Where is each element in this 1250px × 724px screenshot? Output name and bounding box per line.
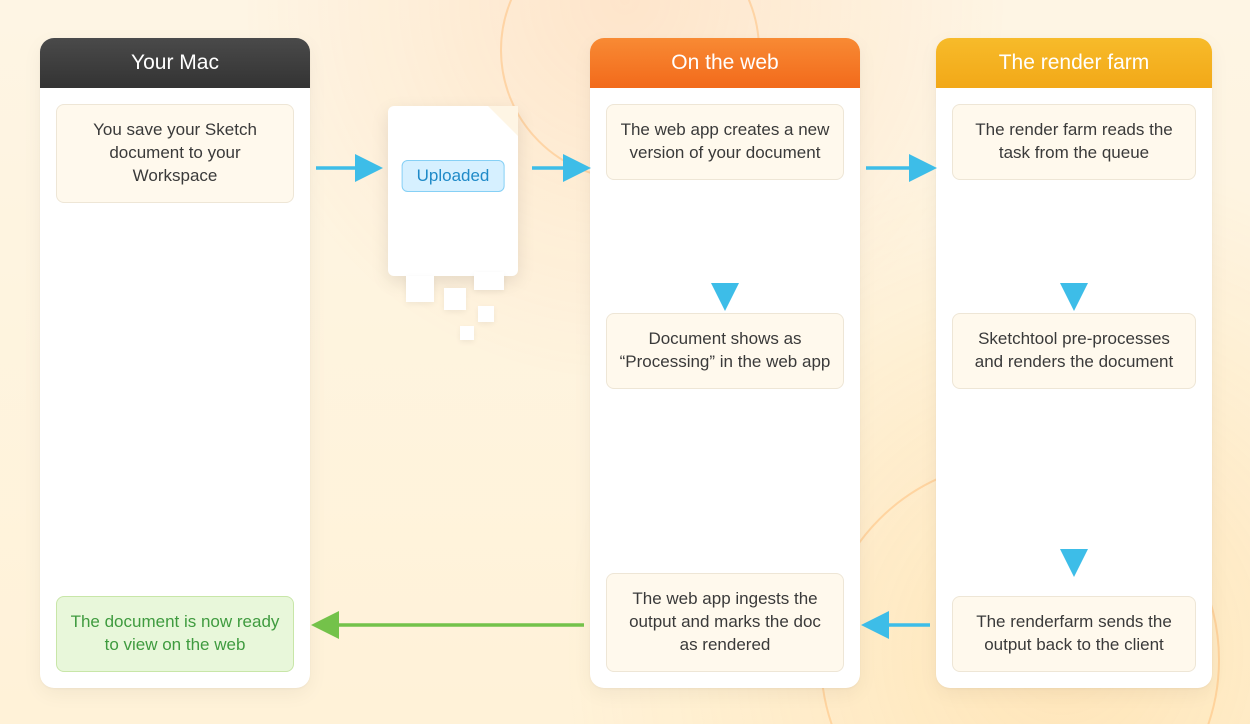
flow-arrows bbox=[0, 0, 1250, 724]
